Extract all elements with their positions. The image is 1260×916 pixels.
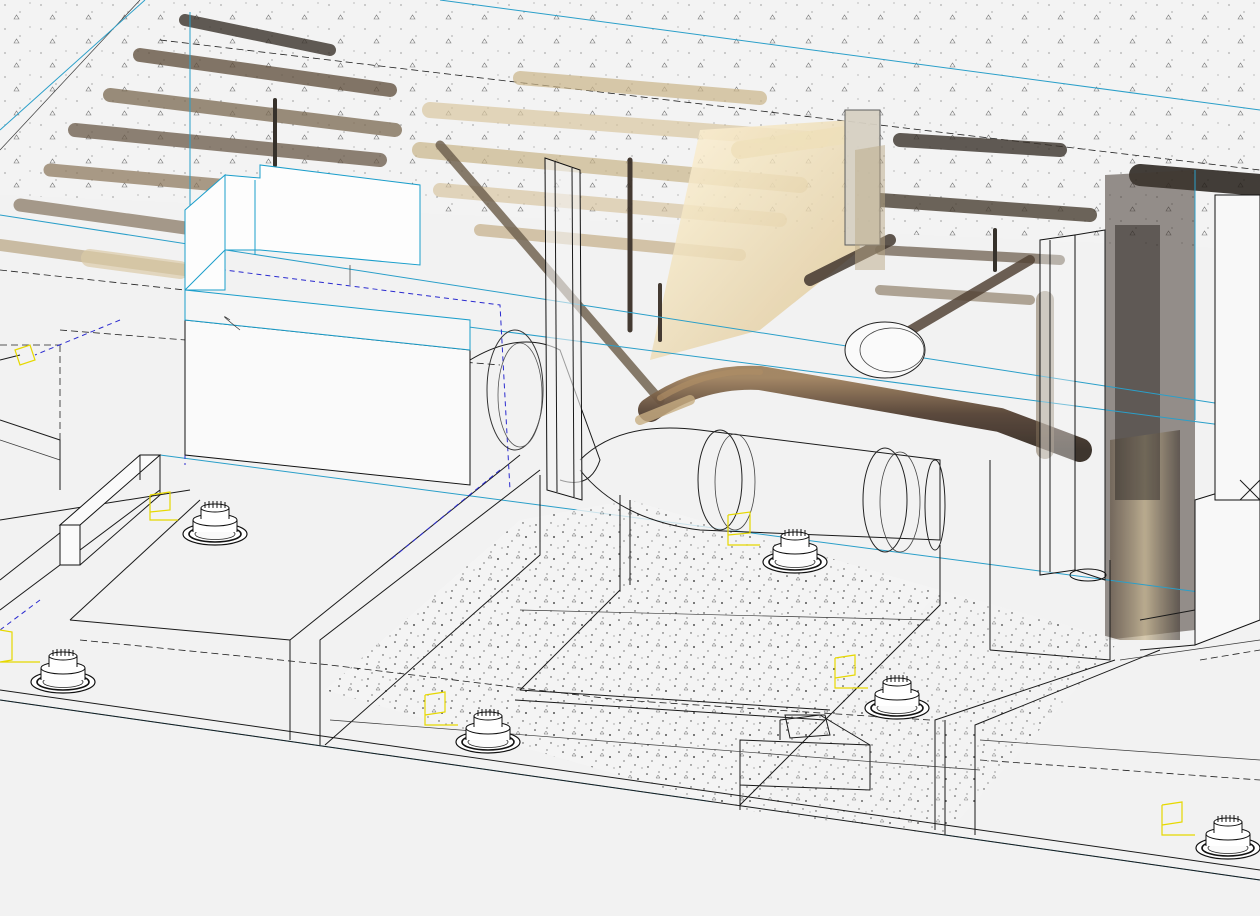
curb-beam[interactable] [58,454,162,566]
floor-drain-1 [182,500,248,546]
floor-drain-3 [30,648,96,694]
column-center[interactable] [544,157,583,501]
floor-slab[interactable] [325,500,1120,835]
model-canvas[interactable] [0,0,1260,916]
column-right[interactable] [1039,229,1107,582]
floor-drain-6 [1195,814,1260,860]
3d-model-viewport[interactable] [0,0,1260,916]
